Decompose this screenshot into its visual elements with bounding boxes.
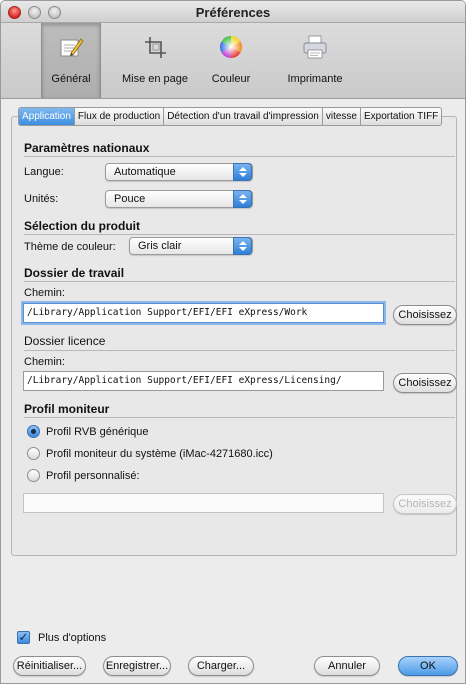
load-button[interactable]: Charger... bbox=[188, 656, 254, 676]
divider bbox=[24, 417, 455, 418]
tab-speed[interactable]: vitesse bbox=[322, 107, 361, 126]
printer-icon bbox=[303, 35, 327, 59]
color-theme-label: Thème de couleur: bbox=[24, 241, 116, 253]
section-title-product: Sélection du produit bbox=[24, 219, 140, 233]
toolbar-printer[interactable]: Imprimante bbox=[277, 23, 353, 98]
monitor-profile-custom-label: Profil personnalisé: bbox=[46, 470, 140, 482]
workfolder-path-field[interactable]: /Library/Application Support/EFI/EFI eXp… bbox=[23, 303, 384, 323]
updown-arrows-icon bbox=[233, 190, 252, 208]
crop-icon bbox=[145, 37, 166, 58]
section-title-national: Paramètres nationaux bbox=[24, 141, 150, 155]
preferences-toolbar: Général Mise en page Couleur Imprimante bbox=[1, 23, 465, 99]
toolbar-general-label: Général bbox=[51, 73, 91, 85]
tab-application[interactable]: Application bbox=[18, 107, 75, 126]
toolbar-general[interactable]: Général bbox=[41, 23, 101, 98]
divider bbox=[24, 281, 455, 282]
tab-workflow[interactable]: Flux de production bbox=[74, 107, 165, 126]
section-title-monitor: Profil moniteur bbox=[24, 402, 110, 416]
general-prefs-icon bbox=[60, 38, 84, 57]
tab-bar: Application Flux de production Détection… bbox=[18, 107, 443, 126]
toolbar-page-setup[interactable]: Mise en page bbox=[117, 23, 193, 98]
toolbar-color[interactable]: Couleur bbox=[201, 23, 261, 98]
custom-profile-path-field[interactable] bbox=[23, 493, 384, 513]
divider bbox=[24, 350, 455, 351]
section-title-workfolder: Dossier de travail bbox=[24, 266, 125, 280]
monitor-profile-system-radio[interactable] bbox=[27, 447, 40, 460]
units-select[interactable]: Pouce bbox=[105, 190, 253, 208]
divider bbox=[24, 234, 455, 235]
workfolder-path-label: Chemin: bbox=[24, 287, 65, 299]
toolbar-page-setup-label: Mise en page bbox=[121, 73, 189, 85]
updown-arrows-icon bbox=[233, 237, 252, 255]
preferences-window: Préférences Général Mise en page Couleur… bbox=[0, 0, 466, 684]
color-wheel-icon bbox=[220, 36, 242, 58]
language-label: Langue: bbox=[24, 166, 64, 178]
units-select-value: Pouce bbox=[114, 193, 146, 205]
window-title: Préférences bbox=[195, 5, 271, 20]
reset-button[interactable]: Réinitialiser... bbox=[13, 656, 86, 676]
save-button[interactable]: Enregistrer... bbox=[103, 656, 171, 676]
license-path-label: Chemin: bbox=[24, 356, 65, 368]
license-choose-button[interactable]: Choisissez bbox=[393, 373, 457, 393]
more-options-checkbox[interactable]: ✓ bbox=[17, 631, 30, 644]
ok-button[interactable]: OK bbox=[398, 656, 458, 676]
workfolder-choose-button[interactable]: Choisissez bbox=[393, 305, 457, 325]
toolbar-color-label: Couleur bbox=[211, 73, 251, 85]
updown-arrows-icon bbox=[233, 163, 252, 181]
tab-job-detection[interactable]: Détection d'un travail d'impression bbox=[164, 107, 323, 126]
section-title-license: Dossier licence bbox=[24, 334, 106, 348]
title-bar[interactable]: Préférences bbox=[1, 1, 465, 23]
units-label: Unités: bbox=[24, 193, 59, 205]
monitor-profile-generic-label: Profil RVB générique bbox=[46, 426, 149, 438]
monitor-profile-system-label: Profil moniteur du système (iMac-4271680… bbox=[46, 448, 273, 460]
custom-profile-choose-button[interactable]: Choisissez bbox=[393, 494, 457, 514]
color-theme-select-value: Gris clair bbox=[138, 240, 182, 252]
license-path-field[interactable]: /Library/Application Support/EFI/EFI eXp… bbox=[23, 371, 384, 391]
cancel-button[interactable]: Annuler bbox=[314, 656, 380, 676]
tab-tiff-export[interactable]: Exportation TIFF bbox=[361, 107, 443, 126]
more-options-label: Plus d'options bbox=[38, 632, 107, 644]
language-select-value: Automatique bbox=[114, 166, 176, 178]
color-theme-select[interactable]: Gris clair bbox=[129, 237, 253, 255]
toolbar-printer-label: Imprimante bbox=[287, 73, 343, 85]
monitor-profile-generic-radio[interactable] bbox=[27, 425, 40, 438]
divider bbox=[24, 156, 455, 157]
language-select[interactable]: Automatique bbox=[105, 163, 253, 181]
monitor-profile-custom-radio[interactable] bbox=[27, 469, 40, 482]
